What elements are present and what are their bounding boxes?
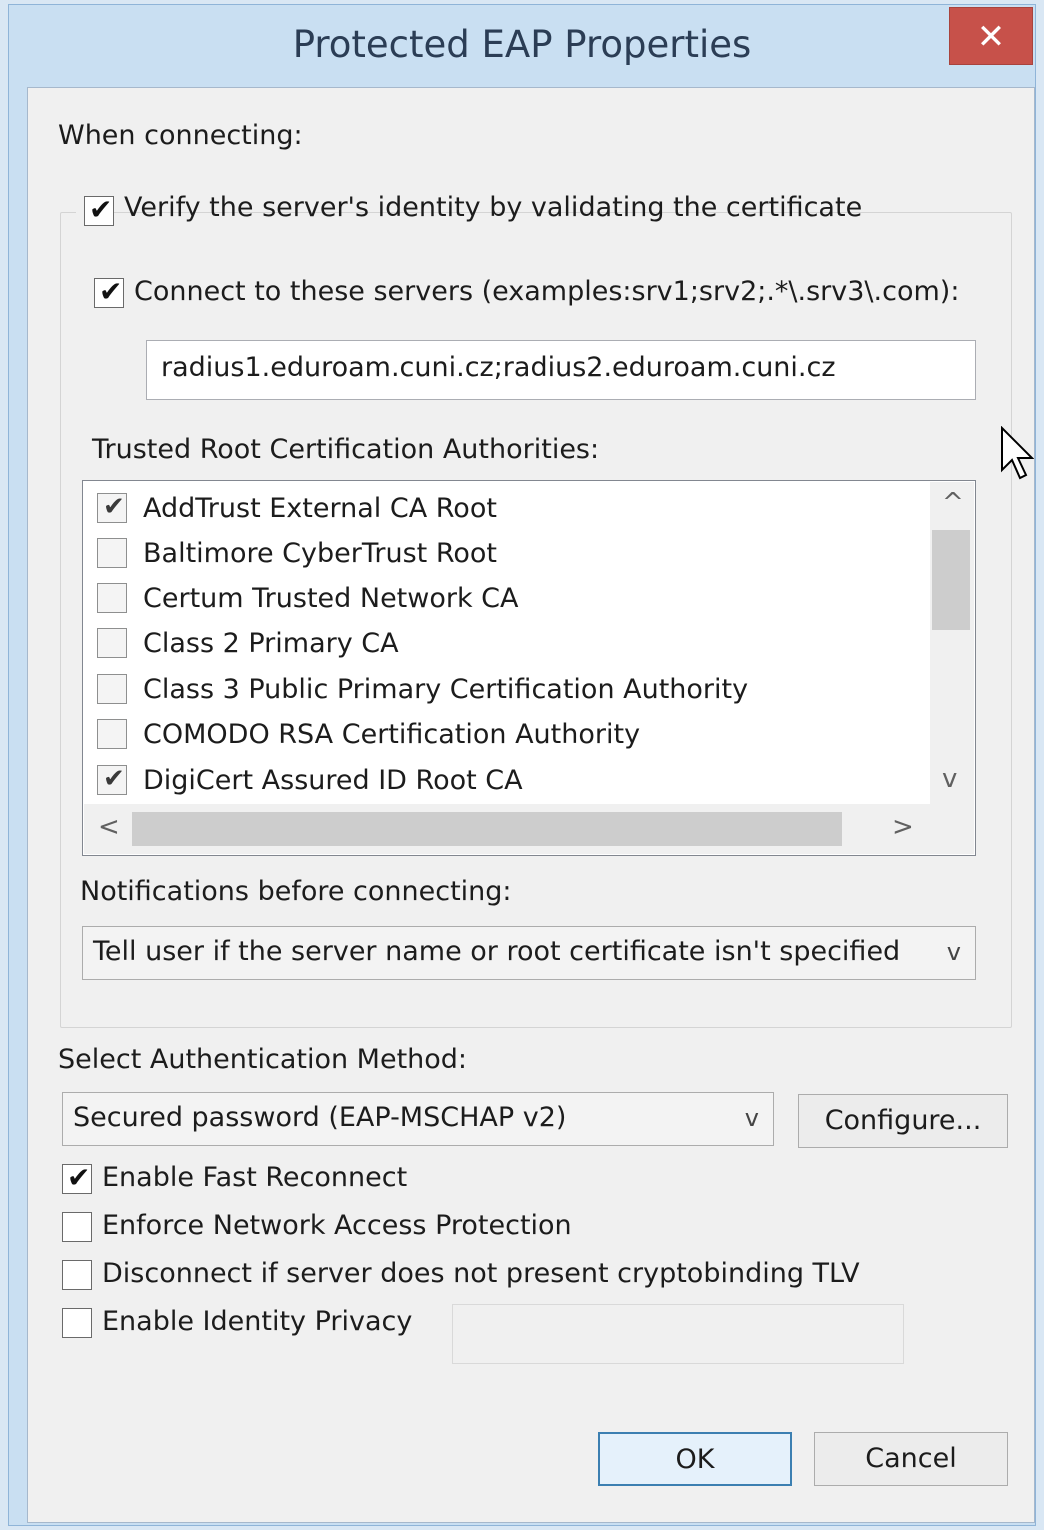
checkmark-icon: ✔	[99, 275, 123, 308]
list-item-label: Class 2 Primary CA	[143, 628, 399, 659]
checkmark-icon: ✔	[103, 764, 125, 794]
auth-method-label: Select Authentication Method:	[58, 1044, 468, 1075]
list-item-label: Baltimore CyberTrust Root	[143, 538, 498, 569]
verify-identity-row[interactable]: ✔ Verify the server's identity by valida…	[76, 188, 862, 234]
trusted-root-list[interactable]: ✔ AddTrust External CA Root Baltimore Cy…	[82, 480, 976, 856]
chevron-down-icon: v	[946, 938, 961, 966]
window-title: Protected EAP Properties	[292, 23, 752, 66]
trusted-root-label: Trusted Root Certification Authorities:	[92, 434, 600, 465]
verify-identity-checkbox[interactable]: ✔	[84, 193, 114, 226]
when-connecting-label: When connecting:	[58, 120, 303, 151]
list-item-label: Class 3 Public Primary Certification Aut…	[143, 674, 749, 705]
connect-servers-checkbox[interactable]: ✔	[94, 275, 124, 308]
vertical-scroll-thumb[interactable]	[932, 530, 970, 630]
scroll-up-icon[interactable]: ^	[942, 488, 964, 518]
title-bar[interactable]: Protected EAP Properties ✕	[9, 5, 1035, 87]
auth-method-dropdown[interactable]: Secured password (EAP-MSCHAP v2) v	[62, 1092, 774, 1146]
cancel-button[interactable]: Cancel	[814, 1432, 1008, 1486]
scroll-left-icon[interactable]: <	[98, 812, 120, 842]
checkmark-icon: ✔	[67, 1161, 91, 1194]
horizontal-scrollbar[interactable]: < >	[84, 804, 974, 854]
list-item-checkbox[interactable]	[97, 674, 127, 704]
list-item-checkbox[interactable]	[97, 719, 127, 749]
close-button[interactable]: ✕	[949, 7, 1033, 65]
dialog-client-area: When connecting: ✔ Verify the server's i…	[27, 87, 1035, 1523]
notifications-label: Notifications before connecting:	[80, 876, 512, 907]
identity-privacy-input	[452, 1304, 904, 1364]
fast-reconnect-checkbox[interactable]: ✔	[62, 1161, 92, 1194]
nap-checkbox[interactable]	[62, 1212, 92, 1242]
vertical-scrollbar[interactable]: ^ v	[930, 482, 974, 804]
mouse-cursor-icon	[1001, 426, 1034, 480]
list-item-checkbox[interactable]: ✔	[97, 492, 127, 523]
notifications-dropdown[interactable]: Tell user if the server name or root cer…	[82, 926, 976, 980]
checkmark-icon: ✔	[103, 492, 125, 522]
list-item-label: AddTrust External CA Root	[143, 493, 497, 524]
list-item-label: Certum Trusted Network CA	[143, 583, 519, 614]
list-item-checkbox[interactable]	[97, 583, 127, 613]
cryptobinding-checkbox[interactable]	[62, 1260, 92, 1290]
list-item-checkbox[interactable]	[97, 628, 127, 658]
connect-servers-label: Connect to these servers (examples:srv1;…	[134, 276, 960, 307]
servers-input[interactable]: radius1.eduroam.cuni.cz;radius2.eduroam.…	[146, 340, 976, 400]
nap-label: Enforce Network Access Protection	[102, 1210, 572, 1241]
notifications-value: Tell user if the server name or root cer…	[93, 936, 901, 967]
verify-identity-label: Verify the server's identity by validati…	[124, 192, 863, 223]
list-item-label: DigiCert Assured ID Root CA	[143, 765, 523, 796]
cryptobinding-label: Disconnect if server does not present cr…	[102, 1258, 860, 1289]
identity-privacy-checkbox[interactable]	[62, 1308, 92, 1338]
identity-privacy-label: Enable Identity Privacy	[102, 1306, 413, 1337]
dialog-window: Protected EAP Properties ✕ When connecti…	[8, 4, 1036, 1526]
list-item-checkbox[interactable]: ✔	[97, 764, 127, 795]
close-icon: ✕	[976, 17, 1006, 57]
list-item-checkbox[interactable]	[97, 538, 127, 568]
ok-button[interactable]: OK	[598, 1432, 792, 1486]
chevron-down-icon: v	[744, 1104, 759, 1132]
auth-method-value: Secured password (EAP-MSCHAP v2)	[73, 1102, 567, 1133]
horizontal-scroll-thumb[interactable]	[132, 812, 842, 846]
scroll-down-icon[interactable]: v	[942, 764, 957, 794]
list-item-label: COMODO RSA Certification Authority	[143, 719, 641, 750]
fast-reconnect-label: Enable Fast Reconnect	[102, 1162, 408, 1193]
scroll-right-icon[interactable]: >	[892, 812, 914, 842]
configure-button[interactable]: Configure...	[798, 1094, 1008, 1148]
checkmark-icon: ✔	[89, 193, 113, 226]
